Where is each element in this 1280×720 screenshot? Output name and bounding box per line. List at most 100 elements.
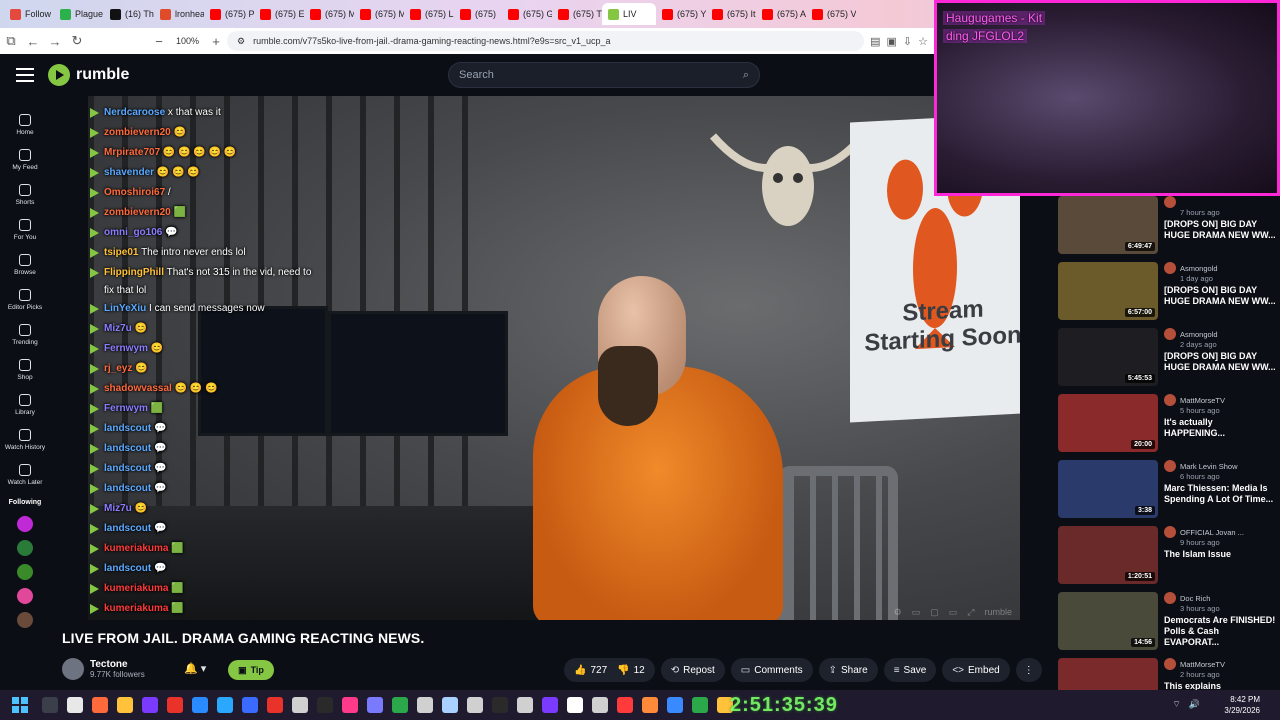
windows-start-icon[interactable] [12,697,28,713]
taskbar-app-icon[interactable] [642,697,658,713]
video-thumbnail[interactable]: 5:45:53 [1058,328,1158,386]
rec-channel[interactable]: OFFICIAL Jovan ... [1164,526,1276,538]
nav-item[interactable]: Trending [0,318,50,353]
rec-title[interactable]: The Islam Issue [1164,549,1276,560]
thumbs-up-icon[interactable]: 👍 [574,665,586,676]
taskbar-app-icon[interactable] [567,697,583,713]
volume-icon[interactable]: 🔊 [1189,699,1200,710]
taskbar-app-icon[interactable] [242,697,258,713]
chat-username[interactable]: landscout [104,563,151,574]
taskbar-app-icon[interactable] [517,697,533,713]
chat-username[interactable]: landscout [104,483,151,494]
taskbar-app-icon[interactable] [617,697,633,713]
browser-tab[interactable]: lronhea [154,3,204,25]
more-options-icon[interactable]: ⋮ [1015,658,1042,682]
taskbar-app-icon[interactable] [317,697,333,713]
theater-icon[interactable]: ▭ [949,607,958,618]
taskbar-app-icon[interactable] [92,697,108,713]
search-input[interactable]: Search ⌕ [448,62,760,88]
following-channel-avatar[interactable] [17,588,33,604]
chat-username[interactable]: shadowvassal [104,383,172,394]
taskbar-app-icon[interactable] [417,697,433,713]
tabs-icon[interactable]: ⧉ [0,33,22,49]
chat-username[interactable]: Omoshiroi67 [104,187,165,198]
browser-tab[interactable]: (675) Yt [656,3,706,25]
rec-title[interactable]: It's actually HAPPENING... [1164,417,1276,439]
browser-tab[interactable]: LIV [602,3,657,25]
rec-title[interactable]: This explains EVERYTHING... [1164,681,1276,690]
rec-channel[interactable]: Asmongold [1164,262,1276,274]
browser-tab[interactable]: (675) Ti [552,3,602,25]
taskbar-app-icon[interactable] [192,697,208,713]
video-thumbnail[interactable]: 6:49:47 [1058,196,1158,254]
screenshot-icon[interactable]: ▣ [887,35,897,48]
rec-channel[interactable]: Asmongold [1164,328,1276,340]
recommended-video[interactable]: 6:49:47 7 hours ago [DROPS ON] BIG DAY HUG… [1058,196,1280,262]
video-thumbnail[interactable]: 20:00 [1058,394,1158,452]
reload-icon[interactable]: ↻ [66,33,88,49]
chat-username[interactable]: FlippingPhill [104,267,164,278]
rec-title[interactable]: [DROPS ON] BIG DAY HUGE DRAMA NEW WW... [1164,219,1276,241]
rec-channel[interactable] [1164,196,1276,208]
recommended-video[interactable]: 14:56 Doc Rich 3 hours ago Democrats Are FI… [1058,592,1280,658]
fullscreen-icon[interactable]: ⤢ [967,607,974,618]
embed-button[interactable]: <> Embed [942,658,1010,682]
nav-item[interactable]: Shop [0,353,50,388]
chat-username[interactable]: landscout [104,443,151,454]
chat-username[interactable]: rj_eyz [104,363,132,374]
site-info-icon[interactable]: ⚙ [237,36,245,47]
comments-button[interactable]: ▭ Comments [730,658,813,682]
chat-username[interactable]: kumeriakuma [104,603,168,614]
thumbs-down-icon[interactable]: 👎 [617,665,629,676]
taskbar-app-icon[interactable] [142,697,158,713]
browser-tab[interactable]: (675) G [502,3,552,25]
following-channel-avatar[interactable] [17,612,33,628]
zoom-out-icon[interactable]: − [148,34,170,49]
chat-username[interactable]: Mrpirate707 [104,147,160,158]
video-thumbnail[interactable] [1058,658,1158,690]
channel-name[interactable]: Tectone [90,659,145,670]
recommended-video[interactable]: 1:20:51 OFFICIAL Jovan ... 9 hours ago The … [1058,526,1280,592]
rec-title[interactable]: [DROPS ON] BIG DAY HUGE DRAMA NEW WW... [1164,285,1276,307]
zoom-in-icon[interactable]: + [205,34,227,49]
taskbar-app-icon[interactable] [392,697,408,713]
taskbar-app-icon[interactable] [492,697,508,713]
taskbar-app-icon[interactable] [592,697,608,713]
taskbar-app-icon[interactable] [692,697,708,713]
chat-username[interactable]: Nerdcaroose [104,107,165,118]
nav-item[interactable]: Watch Later [0,458,50,493]
taskbar-app-icon[interactable] [467,697,483,713]
browser-tab[interactable]: (675) A [756,3,806,25]
menu-icon[interactable] [16,68,34,82]
rumble-logo[interactable]: rumble [48,64,129,86]
nav-item[interactable]: Editor Picks [0,283,50,318]
vote-buttons[interactable]: 👍 727 👎 12 [564,658,655,682]
chat-username[interactable]: landscout [104,523,151,534]
repost-button[interactable]: ⟲ Repost [660,658,725,682]
taskbar-app-icon[interactable] [217,697,233,713]
browser-tab[interactable]: (675) [454,3,502,25]
chat-username[interactable]: LinYeXiu [104,303,146,314]
taskbar-app-icon[interactable] [117,697,133,713]
rec-channel[interactable]: MattMorseTV [1164,658,1276,670]
taskbar-app-icon[interactable] [667,697,683,713]
chat-username[interactable]: Miz7u [104,503,132,514]
video-thumbnail[interactable]: 6:57:00 [1058,262,1158,320]
taskbar-app-icon[interactable] [342,697,358,713]
chat-username[interactable]: Miz7u [104,323,132,334]
chat-username[interactable]: tsipe01 [104,247,138,258]
recommended-video[interactable]: 5:45:53 Asmongold 2 days ago [DROPS ON] BIG… [1058,328,1280,394]
bookmark-icon[interactable]: ☆ [918,35,928,48]
taskbar-app-icon[interactable] [367,697,383,713]
notification-bell-icon[interactable]: 🔔 ▾ [184,662,206,675]
chat-username[interactable]: landscout [104,463,151,474]
nav-item[interactable]: My Feed [0,143,50,178]
channel-info[interactable]: Tectone 9.77K followers [62,658,145,680]
chat-username[interactable]: zombievern20 [104,207,171,218]
recommended-video[interactable]: 3:38 Mark Levin Show 6 hours ago Marc Thies… [1058,460,1280,526]
nav-item[interactable]: Home [0,108,50,143]
browser-tab[interactable]: (675) Pl [204,3,254,25]
taskbar-app-icon[interactable] [267,697,283,713]
taskbar-app-icon[interactable] [542,697,558,713]
reader-icon[interactable]: ▤ [870,35,880,48]
